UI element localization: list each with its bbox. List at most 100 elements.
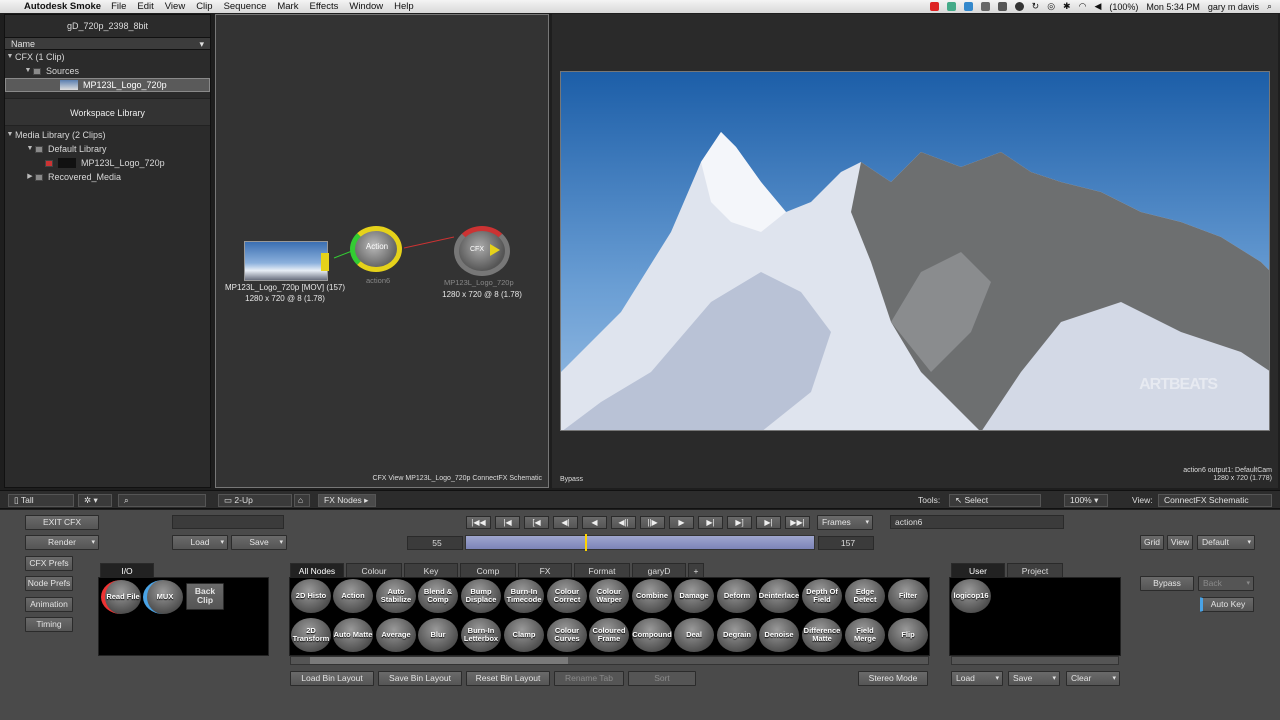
expand-triangle-icon[interactable]: ▼ (25, 142, 35, 156)
name-column-header[interactable]: Name ▾ (5, 37, 210, 50)
node-bump-displace[interactable]: Bump Displace (461, 579, 501, 613)
user-name[interactable]: gary m davis (1208, 2, 1259, 12)
timing-button[interactable]: Timing (25, 617, 73, 632)
play-reverse-icon[interactable]: ◀ (582, 516, 607, 529)
tab-io[interactable]: I/O (100, 563, 154, 577)
reset-bin-layout-button[interactable]: Reset Bin Layout (466, 671, 550, 686)
node-name-field[interactable]: action6 (890, 515, 1064, 529)
tab-garyd[interactable]: garyD (632, 563, 686, 577)
source-node-thumbnail[interactable] (244, 241, 328, 281)
menu-edit[interactable]: Edit (137, 1, 153, 12)
node-difference-matte[interactable]: Difference Matte (802, 618, 842, 652)
back-clip-node-button[interactable]: Back Clip (186, 583, 224, 610)
frames-select[interactable]: Frames (817, 515, 873, 530)
node-denoise[interactable]: Denoise (759, 618, 799, 652)
tab-comp[interactable]: Comp (460, 563, 516, 577)
view-select[interactable]: ConnectFX Schematic (1158, 494, 1272, 507)
playhead[interactable] (585, 534, 587, 551)
node-clamp[interactable]: Clamp (504, 618, 544, 652)
tab-all-nodes[interactable]: All Nodes (290, 563, 344, 577)
user-bin-save-select[interactable]: Save (1008, 671, 1060, 686)
mux-node-button[interactable]: MUX (143, 580, 183, 614)
clock[interactable]: Mon 5:34 PM (1146, 2, 1200, 12)
gear-menu[interactable]: ✲ ▾ (78, 494, 112, 507)
node-flip[interactable]: Flip (888, 618, 928, 652)
prev-mark-icon[interactable]: [◀ (524, 516, 549, 529)
node-deal[interactable]: Deal (674, 618, 714, 652)
menu-window[interactable]: Window (349, 1, 383, 12)
view-mode-select[interactable]: ▭ 2-Up (218, 494, 292, 507)
workspace-library-button[interactable]: Workspace Library (5, 98, 210, 126)
volume-icon[interactable]: ◀ (1094, 1, 1101, 12)
save-bin-layout-button[interactable]: Save Bin Layout (378, 671, 462, 686)
node-colour-warper[interactable]: Colour Warper (589, 579, 629, 613)
sync-icon[interactable]: ◎ (1047, 1, 1055, 12)
menu-sequence[interactable]: Sequence (224, 1, 267, 12)
node-colour-curves[interactable]: Colour Curves (547, 618, 587, 652)
view-button[interactable]: View (1167, 535, 1193, 550)
connectfx-schematic[interactable]: MP123L_Logo_720p [MOV] (157) 1280 x 720 … (215, 14, 549, 488)
expand-triangle-icon[interactable]: ▼ (23, 64, 33, 78)
node-auto-matte[interactable]: Auto Matte (333, 618, 373, 652)
load-bin-layout-button[interactable]: Load Bin Layout (290, 671, 374, 686)
name-field[interactable] (172, 515, 284, 529)
node-filter[interactable]: Filter (888, 579, 928, 613)
bypass-button[interactable]: Bypass (1140, 576, 1194, 591)
back-select[interactable]: Back (1198, 576, 1254, 591)
next-mark-icon[interactable]: ▶] (727, 516, 752, 529)
prev-keyframe-icon[interactable]: |◀ (495, 516, 520, 529)
stereo-mode-button[interactable]: Stereo Mode (858, 671, 928, 686)
scrollbar-thumb[interactable] (310, 657, 568, 664)
menu-help[interactable]: Help (394, 1, 414, 12)
node-2d-histo[interactable]: 2D Histo (291, 579, 331, 613)
user-bin-scrollbar[interactable] (951, 656, 1119, 665)
save-setup-button[interactable]: Save (231, 535, 287, 550)
tools-select[interactable]: ↖ Select (949, 494, 1041, 507)
tray-app-icon[interactable] (1014, 2, 1024, 11)
prev-frame-step-icon[interactable]: ◀| (553, 516, 578, 529)
out-frame-field[interactable]: 157 (818, 536, 874, 550)
expand-triangle-icon[interactable]: ▼ (5, 50, 15, 64)
load-setup-button[interactable]: Load (172, 535, 228, 550)
node-burn-in-timecode[interactable]: Burn-In Timecode (504, 579, 544, 613)
tab-fx[interactable]: FX (518, 563, 572, 577)
go-to-end-icon[interactable]: ▶▶| (785, 516, 810, 529)
node-auto-stabilize[interactable]: Auto Stabilize (376, 579, 416, 613)
tray-app-icon[interactable] (946, 2, 956, 11)
in-frame-field[interactable]: 55 (407, 536, 463, 550)
menu-mark[interactable]: Mark (277, 1, 298, 12)
tree-item-cfx[interactable]: ▼ CFX (1 Clip) (5, 50, 210, 64)
stop-icon[interactable]: ||▶ (640, 516, 665, 529)
menu-effects[interactable]: Effects (309, 1, 338, 12)
node-logicop16[interactable]: logicop16 (951, 579, 991, 613)
tray-app-icon[interactable] (963, 2, 973, 11)
output-socket-icon[interactable] (321, 253, 329, 271)
home-button[interactable]: ⌂ (294, 494, 310, 507)
node-colour-correct[interactable]: Colour Correct (547, 579, 587, 613)
node-damage[interactable]: Damage (674, 579, 714, 613)
tree-item-media-library[interactable]: ▼ Media Library (2 Clips) (5, 128, 210, 142)
tab-user[interactable]: User (951, 563, 1005, 577)
record-icon[interactable] (929, 2, 939, 11)
search-field[interactable]: ⌕ (118, 494, 206, 507)
node-deform[interactable]: Deform (717, 579, 757, 613)
tree-item-library-clip[interactable]: MP123L_Logo_720p (5, 156, 210, 170)
bluetooth-icon[interactable]: ✱ (1063, 1, 1071, 12)
default-select[interactable]: Default (1197, 535, 1255, 550)
tree-item-selected-clip[interactable]: MP123L_Logo_720p (5, 78, 210, 92)
sort-button[interactable]: Sort (628, 671, 696, 686)
node-blend-comp[interactable]: Blend & Comp (418, 579, 458, 613)
collapse-triangle-icon[interactable]: ▶ (25, 170, 35, 184)
cfx-prefs-button[interactable]: CFX Prefs (25, 556, 73, 571)
node-prefs-button[interactable]: Node Prefs (25, 576, 73, 591)
render-button[interactable]: Render (25, 535, 99, 550)
node-compound[interactable]: Compound (632, 618, 672, 652)
tray-app-icon[interactable] (980, 2, 990, 11)
play-icon[interactable]: ▶ (669, 516, 694, 529)
tray-app-icon[interactable] (997, 2, 1007, 11)
go-to-start-icon[interactable]: |◀◀ (466, 516, 491, 529)
read-file-node-button[interactable]: Read File (101, 580, 141, 614)
expand-triangle-icon[interactable]: ▼ (5, 128, 15, 142)
user-bin-load-select[interactable]: Load (951, 671, 1003, 686)
tree-item-recovered-media[interactable]: ▶ Recovered_Media (5, 170, 210, 184)
